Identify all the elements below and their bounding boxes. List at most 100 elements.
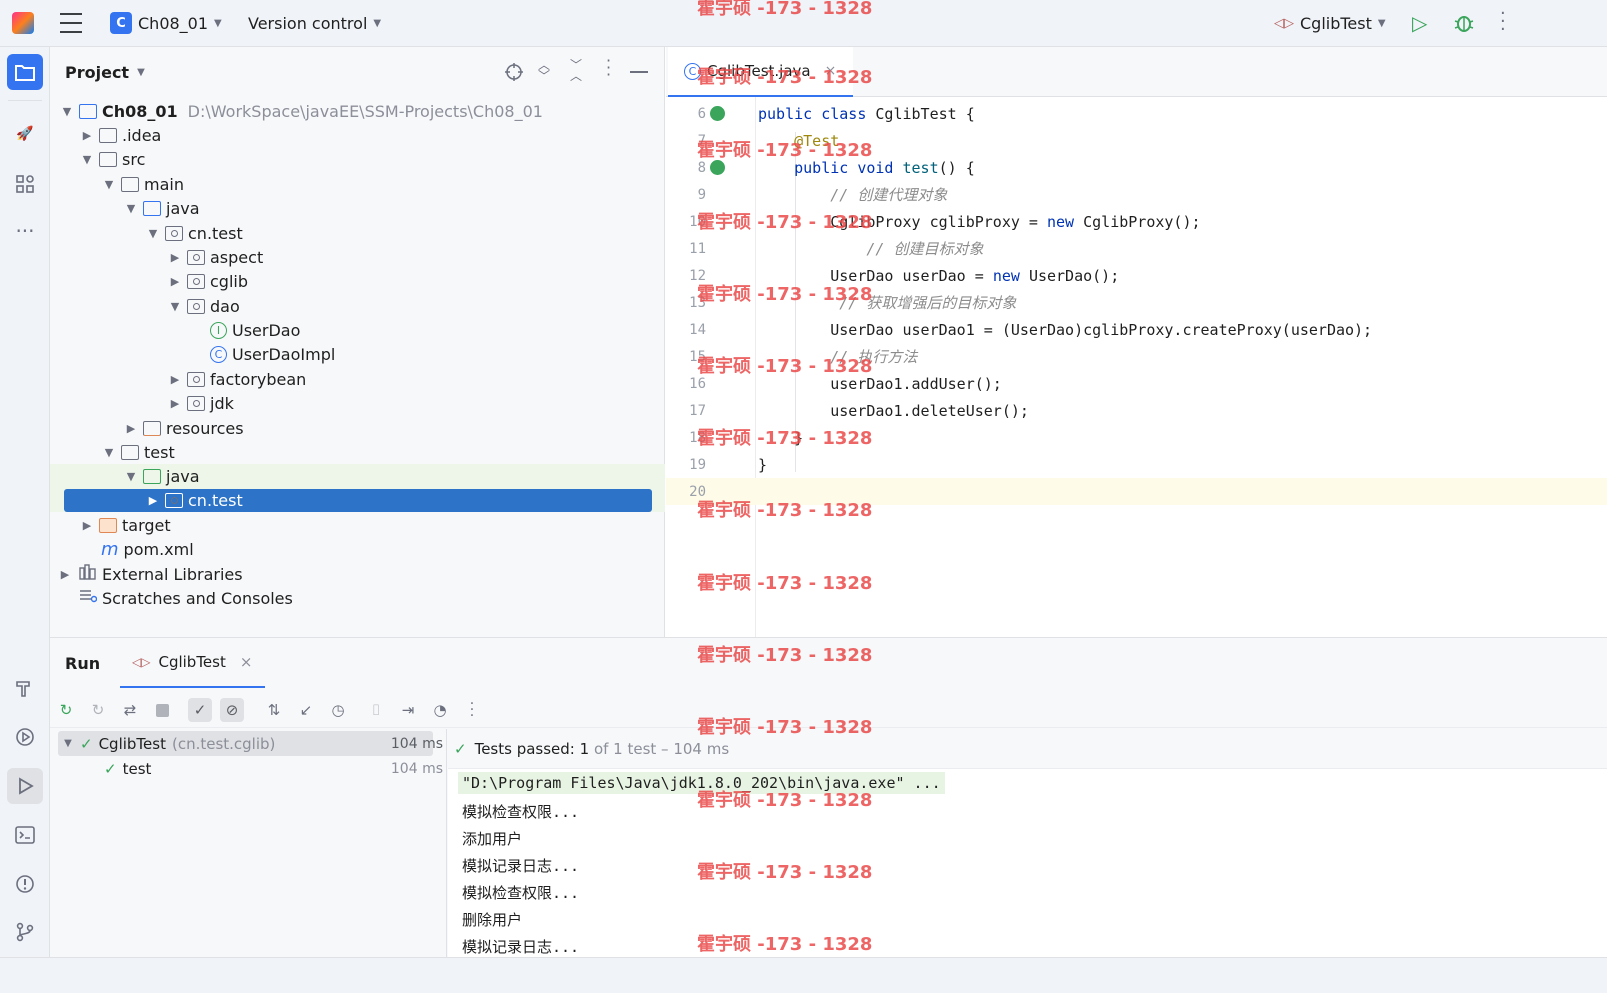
collapse-all-icon[interactable]: ﹀ ︿ [570,59,582,82]
tree-item-pom[interactable]: m pom.xml [50,537,665,561]
rerun-icon[interactable]: ↻ [54,698,78,722]
chevron-down-icon[interactable]: ▼ [167,300,183,313]
version-control-menu[interactable]: Version control ▼ [242,8,387,38]
tree-item-resources[interactable]: ▶ resources [50,416,665,440]
chevron-down-icon[interactable]: ▼ [123,470,139,483]
tree-item-target[interactable]: ▶ target [50,513,665,537]
chevron-down-icon[interactable]: ▼ [101,446,117,459]
project-tool-icon[interactable] [7,54,43,90]
tree-item-factorybean[interactable]: ▶ factorybean [50,367,665,391]
tree-item-test-cn-test[interactable]: ▶ cn.test [64,489,652,512]
tree-item-aspect[interactable]: ▶ aspect [50,245,665,269]
history-icon[interactable]: ◷ [326,698,350,722]
summary-prefix: Tests passed: [474,739,580,758]
chevron-right-icon[interactable]: ▶ [123,422,139,435]
show-ignored-icon[interactable]: ⊘ [220,698,244,722]
toggle-auto-test-icon[interactable]: ⇄ [118,698,142,722]
code-text: // 创建代理对象 [758,186,948,204]
watermark-text: 霍宇硕 -173 - 1328 [697,67,873,88]
chevron-right-icon[interactable]: ▶ [145,494,161,507]
close-icon[interactable]: × [240,653,253,671]
debug-icon[interactable] [1452,11,1476,35]
chevron-right-icon[interactable]: ▶ [167,373,183,386]
screenshot-icon[interactable]: ⌷ [364,698,388,722]
app-logo-icon[interactable] [12,12,34,34]
tree-item-cglib[interactable]: ▶ cglib [50,269,665,293]
collapse-icon[interactable]: ↙ [294,698,318,722]
tree-item-cn-test[interactable]: ▼ cn.test [50,221,665,245]
run-config-selector[interactable]: ◁▷ CglibTest ▼ [1268,8,1392,38]
watermark-text: 霍宇硕 -173 - 1328 [697,645,873,666]
package-icon [187,395,205,411]
tree-item-userdao[interactable]: I UserDao [50,318,665,342]
show-passed-icon[interactable]: ✓ [188,698,212,722]
build-hammer-icon[interactable] [7,670,43,706]
coverage-icon[interactable]: ◔ [428,698,452,722]
main-menu-icon[interactable] [60,13,82,33]
chevron-right-icon[interactable]: ▶ [167,397,183,410]
import-tests-icon[interactable]: ⇥ [396,698,420,722]
code-text: userDao1.deleteUser(); [758,401,1029,420]
tree-item-idea[interactable]: ▶ .idea [50,123,665,147]
locate-target-icon[interactable] [504,62,524,86]
hide-panel-icon[interactable] [630,71,648,73]
more-actions-icon[interactable]: · · · [1500,5,1506,39]
chevron-right-icon[interactable]: ▶ [79,129,95,142]
test-case-row[interactable]: ✓ test 104 ms [58,756,443,781]
tree-item-test-cn-test-row: ▶ cn.test [50,488,665,512]
code-text: // 创建目标对象 [758,240,984,258]
more-actions-icon[interactable]: · · · [460,697,484,723]
chevron-down-icon[interactable]: ▼ [137,67,145,78]
tree-item-main-java[interactable]: ▼ java [50,196,665,220]
scratches-icon [79,588,98,608]
chevron-down-icon[interactable]: ▼ [60,738,76,749]
run-test-gutter-icon[interactable] [710,160,725,175]
tree-item-userdaoimpl[interactable]: C UserDaoImpl [50,342,665,366]
project-switcher[interactable]: C Ch08_01 ▼ [104,8,228,38]
tree-item-jdk[interactable]: ▶ jdk [50,391,665,415]
problems-icon[interactable] [7,866,43,902]
services-icon[interactable] [7,719,43,755]
rerun-failed-icon[interactable]: ↻ [86,698,110,722]
chevron-right-icon[interactable]: ▶ [167,251,183,264]
run-test-gutter-icon[interactable] [710,106,725,121]
more-tools-icon[interactable]: ··· [7,213,43,249]
chevron-right-icon[interactable]: ▶ [167,275,183,288]
chevron-down-icon[interactable]: ▼ [101,178,117,191]
options-menu-icon[interactable]: · · · [606,53,611,83]
git-branch-icon[interactable] [7,914,43,950]
project-panel-title[interactable]: Project [65,63,129,82]
tree-item-dao[interactable]: ▼ dao [50,294,665,318]
tree-item-main[interactable]: ▼ main [50,172,665,196]
folder-icon [121,176,139,192]
watermark-text: 霍宇硕 -173 - 1328 [697,500,873,521]
chevron-down-icon[interactable]: ▼ [79,153,95,166]
run-icon[interactable]: ▷ [1412,12,1434,34]
sort-icon[interactable]: ⇅ [262,698,286,722]
tree-item-scratches[interactable]: Scratches and Consoles [50,586,665,610]
chevron-down-icon[interactable]: ▼ [145,227,161,240]
console-output[interactable]: ✓ Tests passed: 1 of 1 test – 104 ms "D:… [448,729,1607,958]
run-tab-cglibtest[interactable]: ◁▷ CglibTest × [120,638,265,688]
run-tool-icon[interactable] [7,768,43,804]
console-line: 添加用户 [462,830,523,848]
tree-item-src[interactable]: ▼ src [50,147,665,171]
tree-item-test-java[interactable]: ▼ java [50,464,665,488]
tree-item-external-libraries[interactable]: ▶ External Libraries [50,562,665,586]
expand-all-icon[interactable]: ︿ ﹀ [538,59,550,82]
run-panel-title[interactable]: Run [65,654,100,673]
jrebel-icon[interactable]: 🚀 [7,116,43,152]
chevron-down-icon[interactable]: ▼ [59,105,75,118]
test-suite-row[interactable]: ▼ ✓ CglibTest (cn.test.cglib) 104 ms [58,731,443,756]
tree-item-ch08-01[interactable]: ▼ Ch08_01 D:\WorkSpace\javaEE\SSM-Projec… [50,99,665,123]
tree-item-test[interactable]: ▼ test [50,440,665,464]
terminal-icon[interactable] [7,817,43,853]
chevron-down-icon[interactable]: ▼ [123,202,139,215]
chevron-right-icon[interactable]: ▶ [79,519,95,532]
stop-icon[interactable] [150,698,174,722]
structure-icon[interactable] [7,166,43,202]
tree-label: src [122,149,146,169]
chevron-right-icon[interactable]: ▶ [57,568,73,581]
status-bar [0,957,1607,993]
watermark-text: 霍宇硕 -173 - 1328 [697,212,873,233]
